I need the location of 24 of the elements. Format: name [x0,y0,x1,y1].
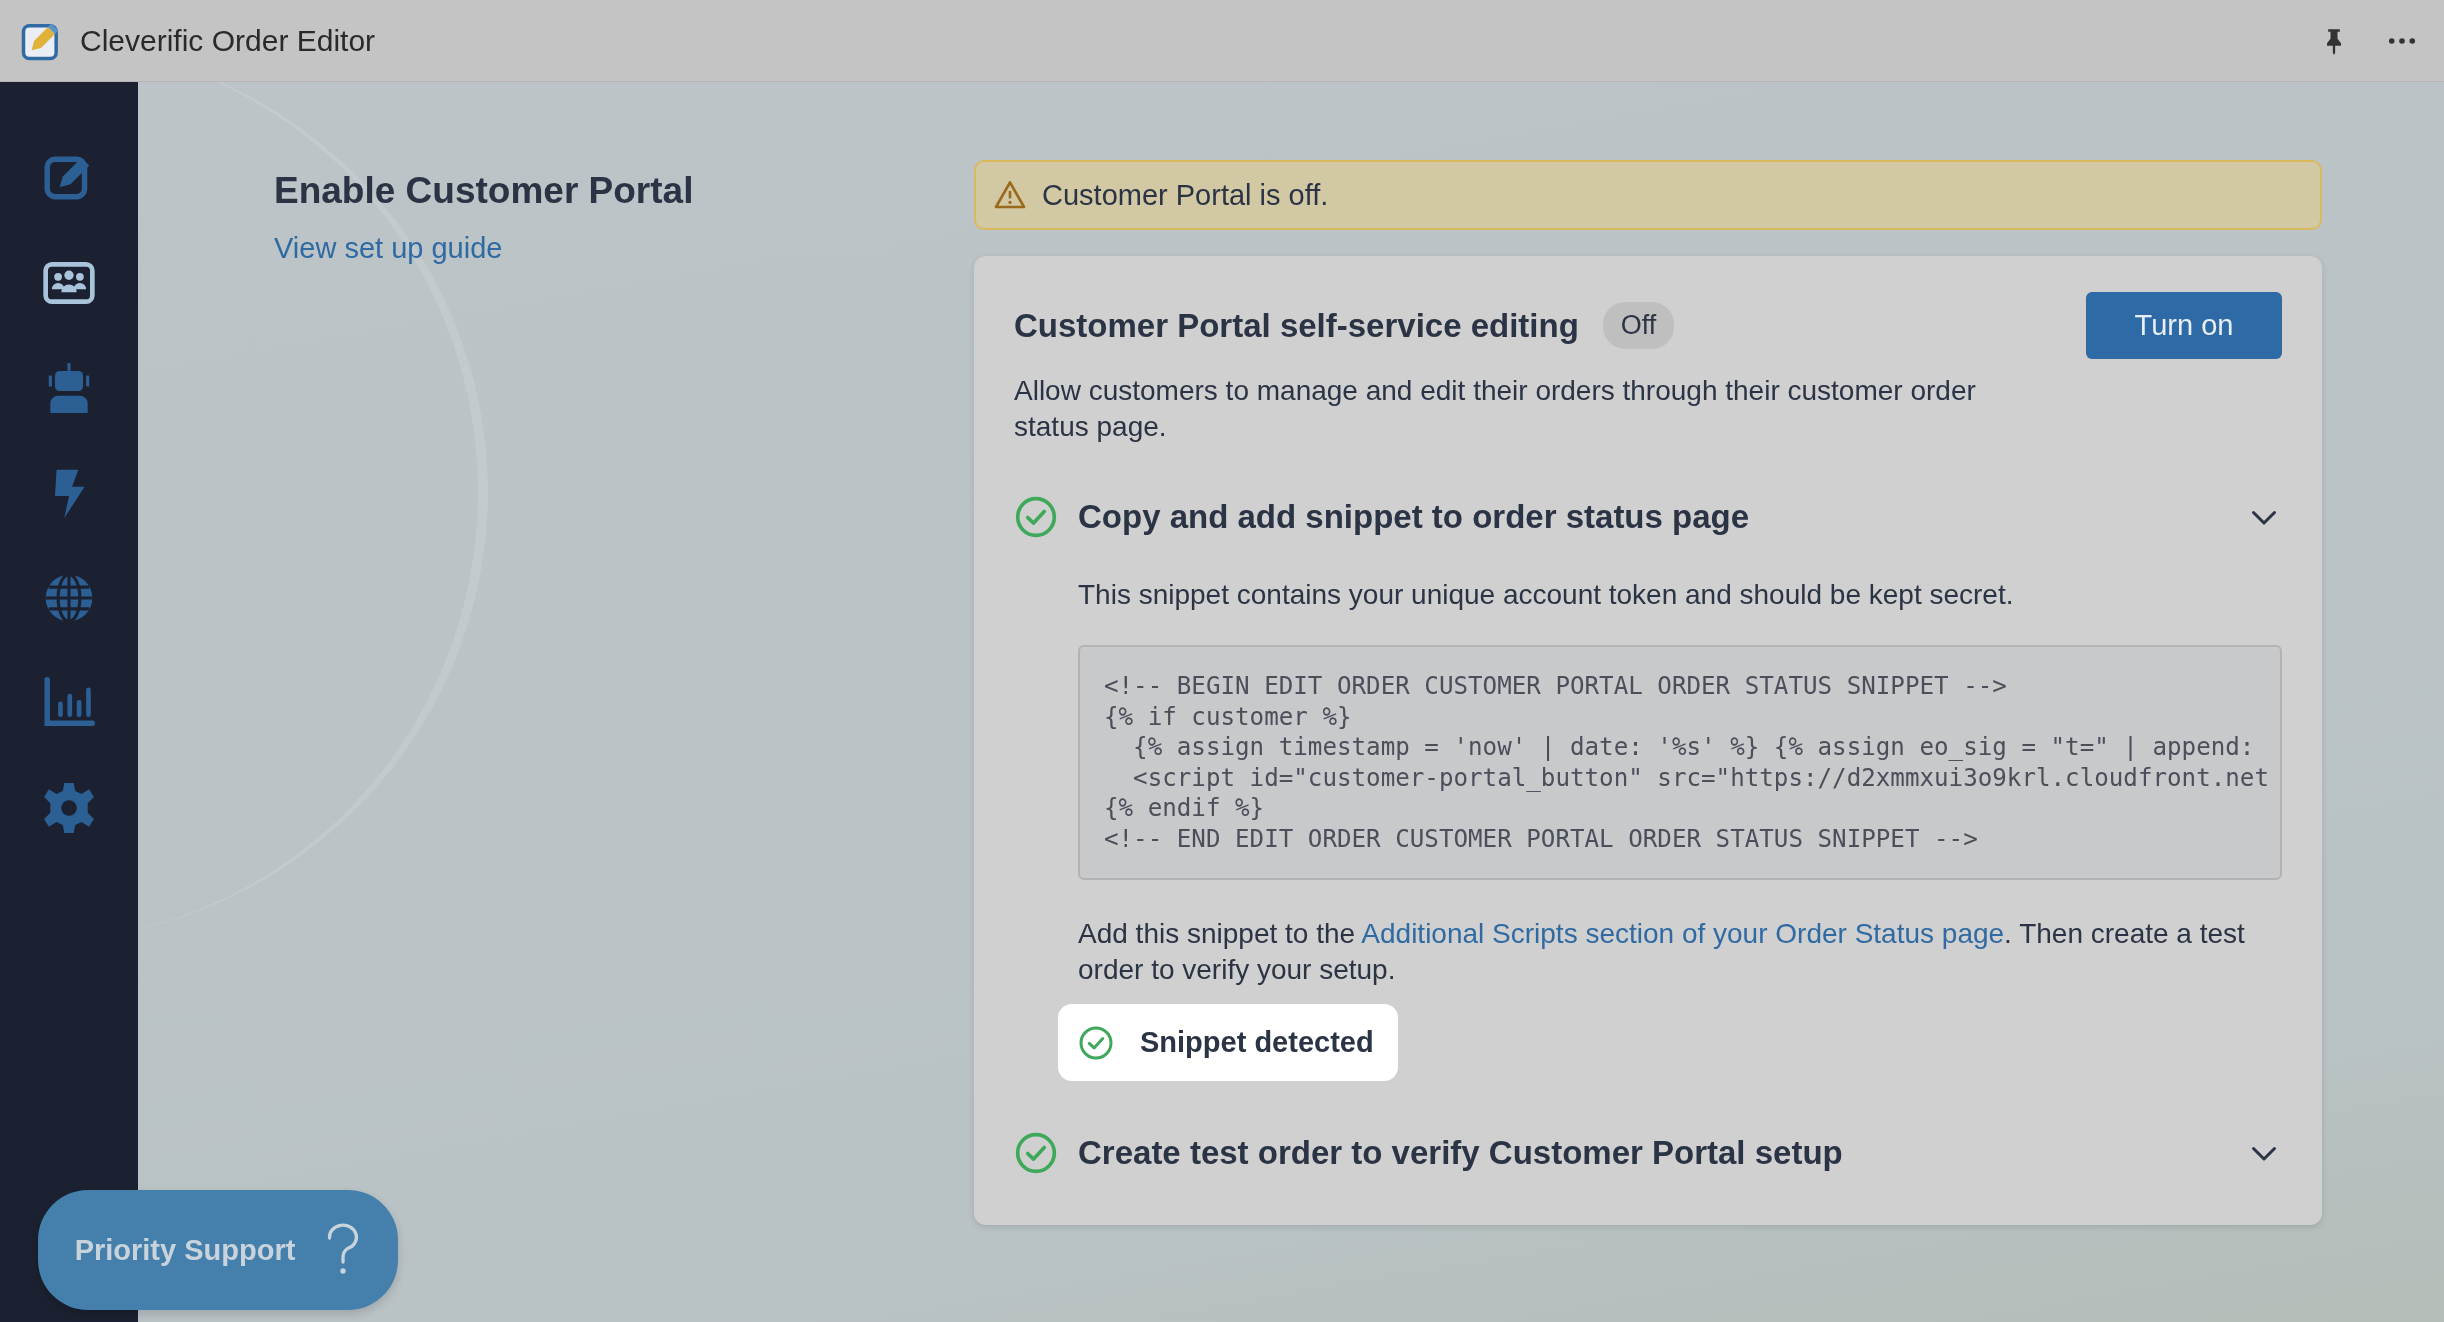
window-title: Cleverific Order Editor [80,23,376,58]
code-line: {% endif %} [1104,793,1265,824]
guide-link[interactable]: View set up guide [274,232,503,264]
additional-scripts-link[interactable]: Additional Scripts section of your Order Status page [1361,918,2005,949]
status-badge: Off [1602,302,1675,349]
alert-text: Customer Portal is off. [1042,178,1329,212]
settings-icon[interactable] [41,780,97,836]
card-title: Customer Portal self-service editing [1014,306,1579,345]
page-heading: Enable Customer Portal [274,170,695,212]
snippet-description: This snippet contains your unique account token and should be kept secret. [1078,578,2015,612]
code-line: {% assign timestamp = 'now' | date: '%s' %} {% assign eo_sig = "t=" | append: [1132,732,2255,763]
instruction-text: Add this snippet to the Additional Scripts section of your Order Status page. Then create a test order to verify your setup. [1078,917,2246,987]
step-title: Create test order to verify Customer Portal setup [1078,1134,1843,1172]
code-line: <!-- END EDIT ORDER CUSTOMER PORTAL ORDER STATUS SNIPPET --> [1104,823,1978,854]
warning-icon [994,179,1026,211]
check-circle-icon [1078,1024,1114,1061]
code-line: <!-- BEGIN EDIT ORDER CUSTOMER PORTAL ORDER STATUS SNIPPET --> [1104,671,2007,702]
step-title: Copy and add snippet to order status page [1078,498,1750,536]
priority-support-button[interactable]: Priority Support [38,1190,398,1310]
card-description: Allow customers to manage and edit their orders through their customer order status page. [1014,374,1977,444]
code-line: <script id="customer-portal_button" src="https://d2xmmxui3o9krl.cloudfront.net [1132,762,2269,793]
code-line: {% if customer %} [1104,701,1352,732]
snippet-status-text: Snippet detected [1140,1026,1374,1059]
turn-on-button[interactable]: Turn on [2086,292,2282,359]
